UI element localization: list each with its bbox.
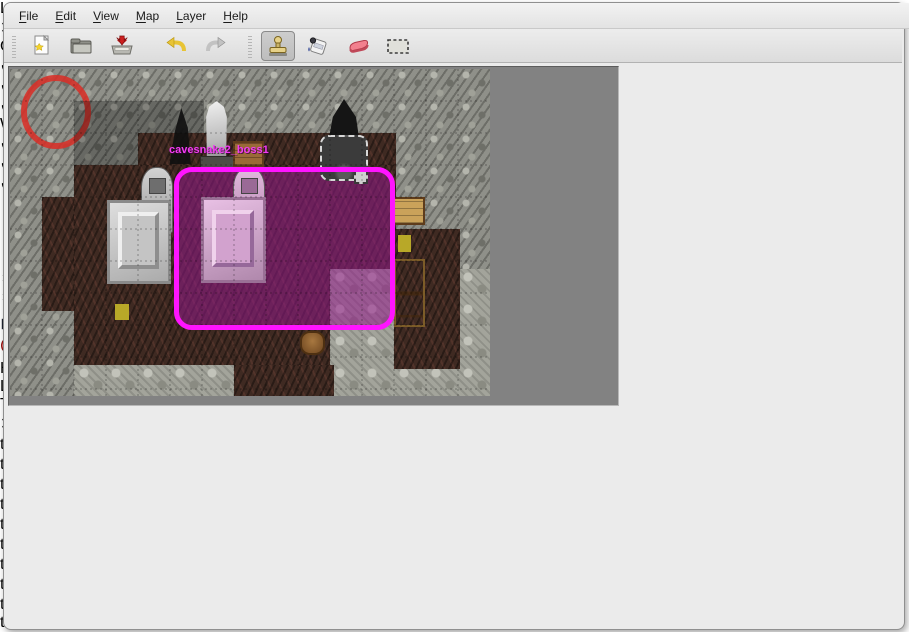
undo-button[interactable] (159, 31, 193, 61)
undo-icon (164, 34, 188, 58)
menu-help[interactable]: Help (220, 7, 251, 25)
menu-map[interactable]: Map (133, 7, 162, 25)
save-button[interactable] (105, 31, 139, 61)
redo-icon (204, 34, 228, 58)
menu-file[interactable]: File (16, 7, 41, 25)
event-region-border[interactable] (174, 167, 395, 330)
fill-tool-icon (305, 34, 331, 58)
eraser-tool-button[interactable] (341, 31, 375, 61)
stamp-tool-button[interactable] (261, 31, 295, 61)
toolbar (4, 29, 902, 63)
open-file-button[interactable] (65, 31, 99, 61)
map-view[interactable]: cavesnake2_boss1 (8, 66, 619, 406)
eraser-tool-icon (345, 34, 371, 58)
rect-select-tool-button[interactable] (381, 31, 415, 61)
new-file-button[interactable] (25, 31, 59, 61)
open-folder-icon (69, 34, 95, 58)
toolbar-grip[interactable] (12, 34, 16, 58)
rect-select-tool-icon (385, 34, 411, 58)
event-label: cavesnake2_boss1 (169, 144, 269, 156)
menu-view[interactable]: View (90, 7, 122, 25)
menu-layer[interactable]: Layer (173, 7, 209, 25)
toolbar-grip[interactable] (248, 34, 252, 58)
fill-tool-button[interactable] (301, 31, 335, 61)
menu-bar: File Edit View Map Layer Help (4, 3, 909, 29)
map-canvas[interactable]: cavesnake2_boss1 (10, 69, 490, 396)
redo-button[interactable] (199, 31, 233, 61)
save-icon (109, 34, 135, 58)
menu-edit[interactable]: Edit (52, 7, 79, 25)
stamp-tool-icon (266, 34, 290, 58)
application: File Edit View Map Layer Help (0, 0, 909, 632)
new-file-icon (30, 34, 54, 58)
